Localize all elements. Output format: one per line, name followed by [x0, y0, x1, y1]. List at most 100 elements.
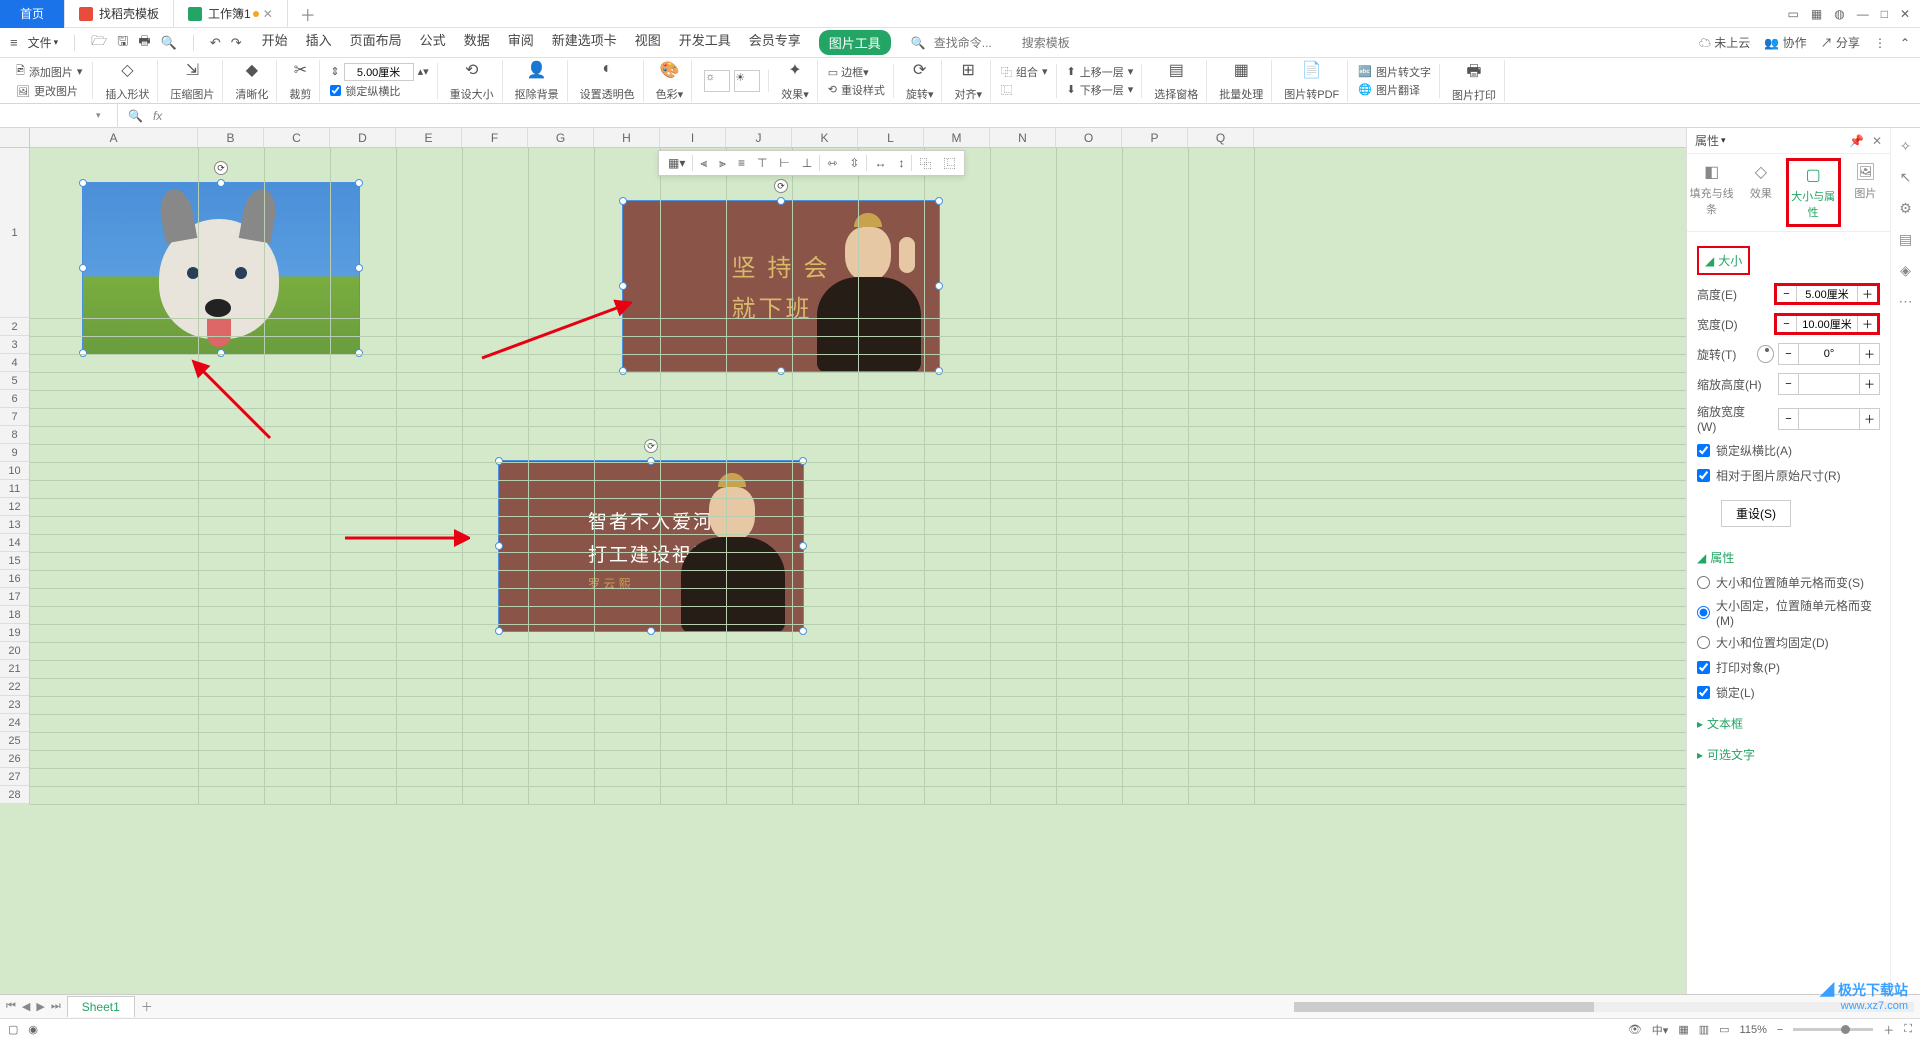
tab-workbook1[interactable]: 工作簿1 ✕: [174, 0, 288, 28]
panel-tab-fill[interactable]: ◧填充与线条: [1687, 158, 1736, 227]
ft-dist-v-icon[interactable]: ⇳: [844, 153, 864, 173]
img-print-button[interactable]: 🖶图片打印: [1444, 60, 1505, 102]
row-header[interactable]: 8: [0, 426, 29, 444]
add-sheet-button[interactable]: ＋: [141, 998, 153, 1015]
ft-dist-h-icon[interactable]: ⇿: [822, 153, 842, 173]
selection-pane-button[interactable]: ▤选择窗格: [1146, 60, 1207, 102]
rotate-button[interactable]: ⟳旋转▾: [898, 60, 943, 102]
resize-handle[interactable]: [777, 367, 785, 375]
send-backward-button[interactable]: ⬇ 下移一层▾: [1067, 82, 1134, 98]
menu-tab-3[interactable]: 公式: [420, 30, 446, 55]
resize-handle[interactable]: [935, 197, 943, 205]
resize-handle[interactable]: [355, 179, 363, 187]
resize-handle[interactable]: [495, 542, 503, 550]
change-image-button[interactable]: 🖼 更改图片: [16, 83, 82, 99]
sheet-nav-last[interactable]: ⏭: [51, 1000, 61, 1013]
row-header[interactable]: 14: [0, 534, 29, 552]
menu-tab-9[interactable]: 会员专享: [749, 30, 801, 55]
row-header[interactable]: 24: [0, 714, 29, 732]
zoom-slider[interactable]: [1793, 1028, 1873, 1031]
resize-handle[interactable]: [217, 349, 225, 357]
row-header[interactable]: 12: [0, 498, 29, 516]
more-icon[interactable]: ⋮: [1874, 36, 1886, 50]
menu-tab-5[interactable]: 审阅: [508, 30, 534, 55]
row-header[interactable]: 26: [0, 750, 29, 768]
panel-tab-size[interactable]: ▢大小与属性: [1786, 158, 1841, 227]
ft-grid-icon[interactable]: ▦▾: [663, 153, 690, 173]
col-header[interactable]: G: [528, 128, 594, 147]
row-header[interactable]: 23: [0, 696, 29, 714]
new-tab-button[interactable]: ＋: [288, 2, 328, 26]
add-image-button[interactable]: 🖻 添加图片 ▾: [16, 62, 82, 81]
row-header[interactable]: 22: [0, 678, 29, 696]
scale-h-spinner[interactable]: −＋: [1778, 373, 1880, 395]
radio-move-size[interactable]: [1697, 576, 1710, 589]
resize-handle[interactable]: [935, 282, 943, 290]
ft-align-mid-icon[interactable]: ⊢: [774, 153, 794, 173]
share-button[interactable]: ↗ 分享: [1821, 34, 1860, 51]
col-header[interactable]: P: [1122, 128, 1188, 147]
resize-handle[interactable]: [355, 349, 363, 357]
view-eye-icon[interactable]: 👁: [1628, 1023, 1642, 1036]
menu-tab-7[interactable]: 视图: [635, 30, 661, 55]
section-alt-text[interactable]: ▸ 可选文字: [1697, 746, 1880, 763]
bring-forward-button[interactable]: ⬆ 上移一层▾: [1067, 64, 1134, 80]
row-header[interactable]: 4: [0, 354, 29, 372]
row-header[interactable]: 25: [0, 732, 29, 750]
search-template-input[interactable]: [1022, 36, 1102, 50]
user-icon[interactable]: ◍: [1834, 7, 1844, 21]
effect-button[interactable]: ✦效果▾: [773, 60, 818, 102]
resize-handle[interactable]: [799, 457, 807, 465]
rotate-handle-icon[interactable]: ⟳: [774, 179, 788, 193]
resize-handle[interactable]: [495, 457, 503, 465]
view-normal-icon[interactable]: ▦: [1678, 1023, 1688, 1036]
col-header[interactable]: Q: [1188, 128, 1254, 147]
col-header[interactable]: B: [198, 128, 264, 147]
ribbon-height-input[interactable]: [344, 63, 414, 81]
resize-handle[interactable]: [355, 264, 363, 272]
open-icon[interactable]: 🗁: [91, 32, 107, 54]
row-header[interactable]: 6: [0, 390, 29, 408]
col-header[interactable]: D: [330, 128, 396, 147]
cloud-status[interactable]: ☁ 未上云: [1699, 34, 1750, 51]
save-icon[interactable]: 🖫: [117, 32, 128, 54]
sheet-nav-prev[interactable]: ◀: [22, 1000, 30, 1013]
coop-button[interactable]: 👥 协作: [1764, 34, 1806, 51]
crop-button[interactable]: ✂裁剪: [281, 60, 320, 102]
compress-button[interactable]: ⇲压缩图片: [162, 60, 223, 102]
menu-tab-6[interactable]: 新建选项卡: [552, 30, 617, 55]
style1-icon[interactable]: ☼: [704, 70, 730, 92]
remove-bg-button[interactable]: 👤抠除背景: [507, 60, 568, 102]
row-header[interactable]: 11: [0, 480, 29, 498]
resize-handle[interactable]: [647, 627, 655, 635]
rotate-handle-icon[interactable]: ⟳: [644, 439, 658, 453]
layout-icon[interactable]: ▭: [1788, 7, 1799, 21]
apps-icon[interactable]: ▦: [1811, 7, 1822, 21]
col-header[interactable]: H: [594, 128, 660, 147]
file-menu[interactable]: 文件 ▾: [28, 34, 59, 51]
row-header[interactable]: 15: [0, 552, 29, 570]
row-header[interactable]: 2: [0, 318, 29, 336]
ft-align-bot-icon[interactable]: ⊥: [797, 153, 817, 173]
resize-handle[interactable]: [647, 457, 655, 465]
redo-icon[interactable]: ↷: [231, 35, 242, 51]
col-header[interactable]: A: [30, 128, 198, 147]
rail-settings-icon[interactable]: ⚙: [1899, 200, 1912, 217]
row-header[interactable]: 20: [0, 642, 29, 660]
resize-handle[interactable]: [935, 367, 943, 375]
pin-icon[interactable]: 📌: [1849, 134, 1864, 148]
tab-home[interactable]: 首页: [0, 0, 65, 28]
status-circle-icon[interactable]: ◉: [28, 1023, 38, 1036]
rail-style-icon[interactable]: ✧: [1900, 138, 1912, 155]
lock-aspect-checkbox[interactable]: [1697, 444, 1710, 457]
resize-handle[interactable]: [79, 179, 87, 187]
row-header[interactable]: 16: [0, 570, 29, 588]
row-header[interactable]: 21: [0, 660, 29, 678]
close-icon[interactable]: ✕: [1900, 7, 1910, 21]
section-size[interactable]: ◢ 大小: [1697, 246, 1750, 275]
radio-fixed[interactable]: [1697, 636, 1710, 649]
height-spinner[interactable]: −＋: [1774, 283, 1880, 305]
menu-tab-10[interactable]: 图片工具: [819, 30, 891, 55]
resize-handle[interactable]: [619, 367, 627, 375]
ft-ungroup-icon[interactable]: ⿺: [938, 152, 960, 175]
